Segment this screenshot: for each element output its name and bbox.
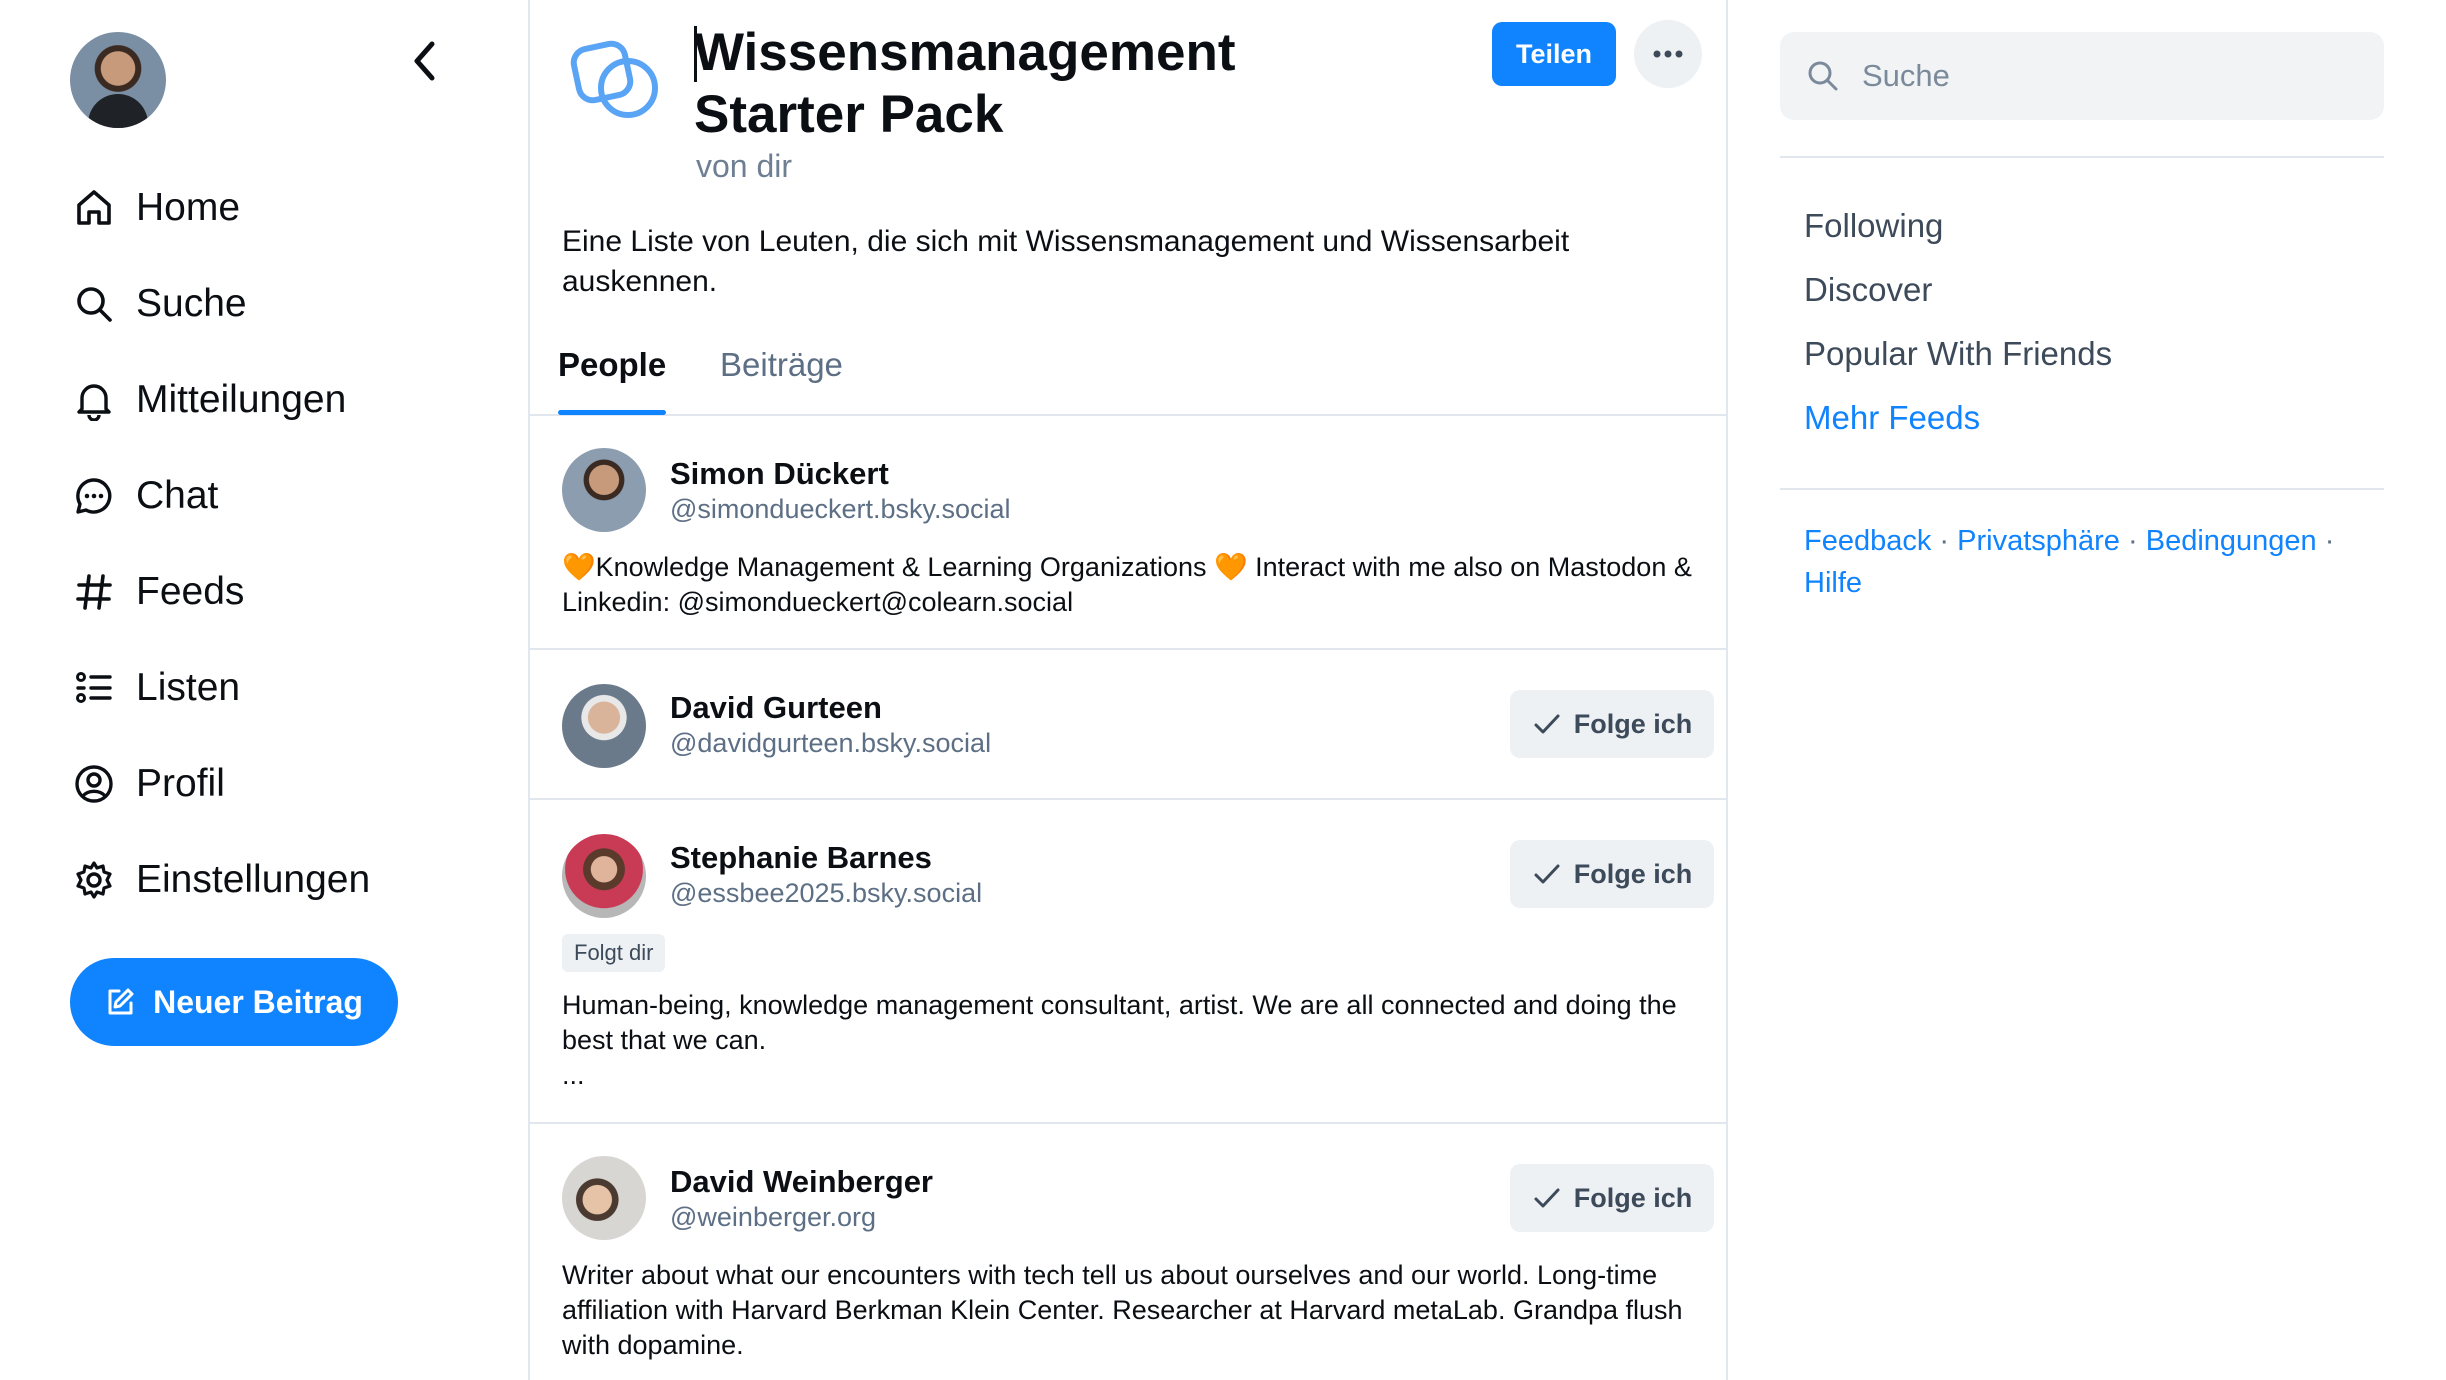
- search-icon: [1806, 58, 1842, 94]
- right-sidebar: Following Discover Popular With Friends …: [1728, 0, 2446, 1380]
- feeds-list: Following Discover Popular With Friends …: [1804, 202, 2112, 458]
- following-button[interactable]: Folge ich: [1510, 840, 1714, 908]
- nav-item-settings[interactable]: Einstellungen: [70, 832, 370, 928]
- footer-links: Feedback · Privatsphäre · Bedingungen · …: [1804, 520, 2384, 604]
- gear-icon: [70, 856, 118, 904]
- left-sidebar: Home Suche Mitteilungen Chat Feeds Liste…: [0, 0, 528, 1380]
- collapse-sidebar-button[interactable]: [400, 36, 450, 86]
- list-item[interactable]: Simon Dückert @simondueckert.bsky.social…: [530, 416, 1726, 650]
- chevron-left-icon: [414, 41, 435, 81]
- separator: ·: [2119, 525, 2146, 557]
- following-label: Folge ich: [1573, 858, 1693, 889]
- home-icon: [70, 184, 118, 232]
- search-input[interactable]: [1862, 58, 2342, 94]
- nav-label: Home: [136, 186, 241, 229]
- user-circle-icon: [70, 760, 118, 808]
- search-icon: [70, 280, 118, 328]
- tab-bar: People Beiträge: [530, 330, 1726, 416]
- person-handle: @weinberger.org: [670, 1202, 877, 1232]
- nav-label: Einstellungen: [136, 858, 371, 901]
- list-item[interactable]: Stephanie Barnes @essbee2025.bsky.social…: [530, 800, 1726, 1124]
- edit-icon: [105, 986, 137, 1018]
- page-title: Wissensmanagement Starter Pack: [694, 23, 1236, 144]
- person-bio: Writer about what our encounters with te…: [562, 1260, 1683, 1360]
- nav-label: Feeds: [136, 570, 245, 613]
- feed-link-discover[interactable]: Discover: [1804, 266, 2112, 330]
- follows-you-badge: Folgt dir: [562, 934, 666, 972]
- active-tab-indicator: [558, 410, 666, 415]
- person-name[interactable]: Simon Dückert: [670, 456, 889, 492]
- more-options-button[interactable]: [1634, 20, 1702, 88]
- share-button[interactable]: Teilen: [1492, 22, 1616, 86]
- person-handle: @simondueckert.bsky.social: [670, 494, 1011, 524]
- avatar[interactable]: [562, 1156, 646, 1240]
- feed-link-following[interactable]: Following: [1804, 202, 2112, 266]
- person-bio: 🧡Knowledge Management & Learning Organiz…: [562, 552, 1692, 617]
- main-nav: Home Suche Mitteilungen Chat Feeds Liste…: [70, 160, 370, 928]
- avatar[interactable]: [562, 448, 646, 532]
- list-item[interactable]: David Gurteen @davidgurteen.bsky.social …: [530, 650, 1726, 800]
- search-box[interactable]: [1780, 32, 2384, 120]
- nav-item-chat[interactable]: Chat: [70, 448, 370, 544]
- nav-item-home[interactable]: Home: [70, 160, 370, 256]
- pack-description: Eine Liste von Leuten, die sich mit Wiss…: [562, 225, 1570, 298]
- list-item[interactable]: David Weinberger @weinberger.org Folge i…: [530, 1124, 1726, 1380]
- pack-byline: von dir: [696, 148, 793, 184]
- person-name[interactable]: David Weinberger: [670, 1164, 933, 1200]
- following-button[interactable]: Folge ich: [1510, 690, 1714, 758]
- help-link[interactable]: Hilfe: [1804, 567, 1862, 599]
- new-post-label: Neuer Beitrag: [153, 983, 363, 1020]
- following-label: Folge ich: [1573, 1182, 1693, 1213]
- nav-item-feeds[interactable]: Feeds: [70, 544, 370, 640]
- checkmark-icon: [1532, 1183, 1562, 1213]
- feedback-link[interactable]: Feedback: [1804, 525, 1931, 557]
- starter-pack-icon: [570, 34, 670, 124]
- person-name[interactable]: Stephanie Barnes: [670, 840, 932, 876]
- more-feeds-link[interactable]: Mehr Feeds: [1804, 394, 2112, 458]
- avatar[interactable]: [562, 834, 646, 918]
- person-bio: Human-being, knowledge management consul…: [562, 990, 1677, 1090]
- nav-item-search[interactable]: Suche: [70, 256, 370, 352]
- person-name[interactable]: David Gurteen: [670, 690, 882, 726]
- divider: [1780, 156, 2384, 158]
- main-column: Wissensmanagement Starter Pack von dir T…: [528, 0, 1728, 1380]
- tab-posts[interactable]: Beiträge: [720, 346, 843, 384]
- checkmark-icon: [1532, 859, 1562, 889]
- nav-item-profile[interactable]: Profil: [70, 736, 370, 832]
- nav-label: Profil: [136, 762, 225, 805]
- tab-people[interactable]: People: [558, 346, 666, 384]
- terms-link[interactable]: Bedingungen: [2146, 525, 2317, 557]
- chat-bubble-icon: [70, 472, 118, 520]
- ellipsis-icon: [1653, 50, 1683, 58]
- person-handle: @davidgurteen.bsky.social: [670, 728, 992, 758]
- privacy-link[interactable]: Privatsphäre: [1957, 525, 2120, 557]
- nav-label: Mitteilungen: [136, 378, 347, 421]
- following-label: Folge ich: [1573, 708, 1693, 739]
- feed-link-popular-with-friends[interactable]: Popular With Friends: [1804, 330, 2112, 394]
- nav-label: Chat: [136, 474, 219, 517]
- my-avatar[interactable]: [70, 32, 166, 128]
- checkmark-icon: [1532, 709, 1562, 739]
- nav-item-lists[interactable]: Listen: [70, 640, 370, 736]
- list-icon: [70, 664, 118, 712]
- hash-icon: [70, 568, 118, 616]
- person-handle: @essbee2025.bsky.social: [670, 878, 983, 908]
- separator: ·: [2316, 525, 2335, 557]
- nav-label: Suche: [136, 282, 247, 325]
- nav-item-notifications[interactable]: Mitteilungen: [70, 352, 370, 448]
- avatar[interactable]: [562, 684, 646, 768]
- new-post-button[interactable]: Neuer Beitrag: [70, 958, 398, 1046]
- separator: ·: [1931, 525, 1958, 557]
- following-button[interactable]: Folge ich: [1510, 1164, 1714, 1232]
- divider: [1780, 488, 2384, 490]
- nav-label: Listen: [136, 666, 241, 709]
- bell-icon: [70, 376, 118, 424]
